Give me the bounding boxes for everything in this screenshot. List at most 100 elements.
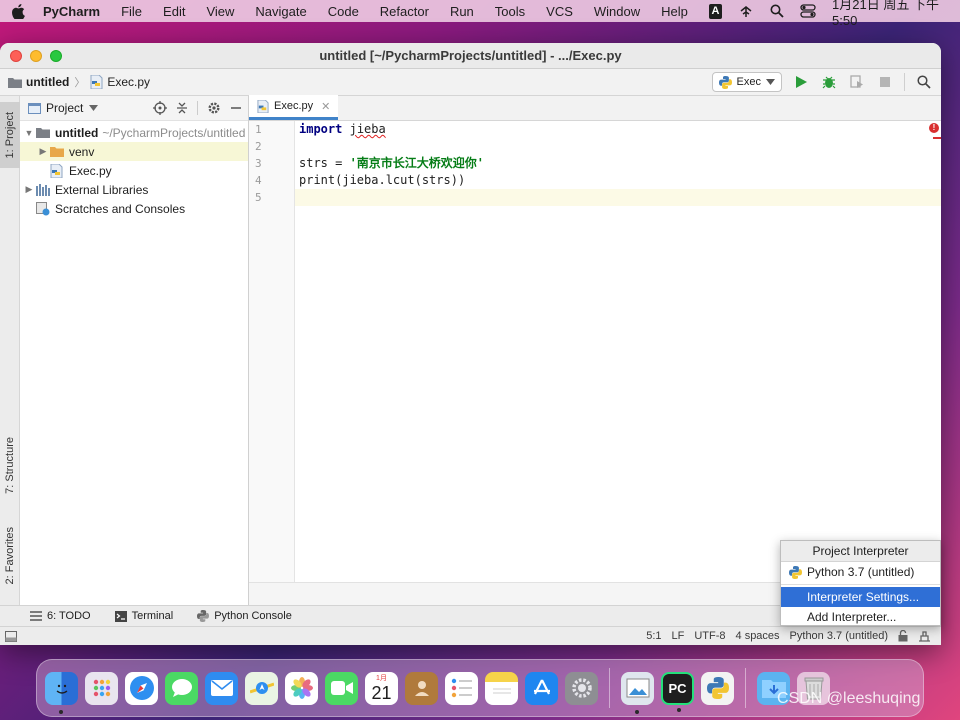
menu-refactor[interactable]: Refactor [380,4,429,19]
dock-messages[interactable] [165,671,198,705]
interpreter-option-current[interactable]: Python 3.7 (untitled) [781,562,940,582]
terminal-tool-button[interactable]: Terminal [114,610,173,622]
dock-python-launcher[interactable] [701,671,734,705]
code-line[interactable]: print(jieba.lcut(strs)) [295,172,941,189]
tree-scratches-label: Scratches and Consoles [55,201,186,216]
code-area[interactable]: 1 2 3 4 5 import jieba strs = '南京市长江大桥欢迎… [249,121,941,605]
project-view-selector[interactable]: Project [46,101,83,115]
tree-item-exec-file[interactable]: Exec.py [20,161,248,180]
line-number: 2 [255,140,262,153]
control-center-icon[interactable] [800,4,816,18]
run-button[interactable] [792,73,810,91]
expanded-arrow-icon[interactable]: ▼ [22,128,36,138]
breadcrumb-file[interactable]: Exec.py [90,75,150,89]
inspector-icon[interactable] [918,630,931,642]
code-line[interactable] [295,138,941,155]
dock-notes[interactable] [485,671,518,705]
collapse-all-icon[interactable] [176,101,188,115]
interpreter-widget[interactable]: Python 3.7 (untitled) [790,630,888,642]
dock-photos[interactable] [285,671,318,705]
dock-reminders[interactable] [445,671,478,705]
tree-item-scratches[interactable]: Scratches and Consoles [20,199,248,218]
menu-navigate[interactable]: Navigate [255,4,306,19]
indent-setting[interactable]: 4 spaces [736,630,780,642]
dock-calendar[interactable]: 1月 21 [365,671,398,705]
dock-contacts[interactable] [405,671,438,705]
code-line[interactable]: import jieba [295,121,941,138]
favorites-tool-tab[interactable]: 2: Favorites [0,516,20,596]
close-tab-icon[interactable]: ✕ [321,100,330,113]
tree-item-external-libraries[interactable]: ▶ External Libraries [20,180,248,199]
window-zoom-button[interactable] [50,49,62,62]
dock-finder[interactable] [45,671,78,714]
window-minimize-button[interactable] [30,49,42,62]
code-line-current[interactable] [295,189,941,206]
maps-icon [249,682,274,694]
locate-target-icon[interactable] [153,101,167,115]
search-everywhere-button[interactable] [915,73,933,91]
breadcrumb-file-label: Exec.py [107,75,151,89]
dock-preview[interactable] [621,671,654,714]
run-with-coverage-button[interactable] [848,73,866,91]
window-titlebar[interactable]: untitled [~/PycharmProjects/untitled] - … [0,43,941,69]
dock-safari[interactable] [125,671,158,705]
menu-code[interactable]: Code [328,4,359,19]
add-interpreter-item[interactable]: Add Interpreter... [781,607,940,627]
code-line[interactable]: strs = '南京市长江大桥欢迎你' [295,155,941,172]
unresolved-module-jieba: jieba [349,122,386,136]
python-console-tool-button[interactable]: Python Console [197,610,292,622]
hide-panel-icon[interactable] [230,102,242,114]
dock-app-store[interactable] [525,671,558,705]
menu-edit[interactable]: Edit [163,4,185,19]
preview-photo-icon [626,678,649,698]
reminders-list-icon [451,678,472,698]
chevron-down-icon[interactable] [89,105,99,111]
line-number: 3 [255,157,262,170]
run-configuration-select[interactable]: Exec [711,72,782,92]
interpreter-settings-item[interactable]: Interpreter Settings... [781,587,940,607]
line-separator[interactable]: LF [672,630,685,642]
gear-icon[interactable] [207,101,221,115]
menu-view[interactable]: View [206,4,234,19]
python-icon [718,75,732,89]
caret-position[interactable]: 5:1 [646,630,661,642]
python-file-icon [50,163,66,178]
lock-icon[interactable] [898,630,908,642]
dock-launchpad[interactable] [85,671,118,705]
project-tool-tab[interactable]: 1: Project [0,102,20,168]
apple-icon[interactable] [12,3,25,19]
menu-run[interactable]: Run [450,4,474,19]
structure-tool-tab[interactable]: 7: Structure [0,426,20,504]
menu-window[interactable]: Window [594,4,640,19]
menu-help[interactable]: Help [661,4,688,19]
search-icon[interactable] [770,4,784,18]
menubar-clock[interactable]: 1月21日 周五 下午5:50 [832,0,948,28]
menu-tools[interactable]: Tools [495,4,525,19]
window-close-button[interactable] [10,49,22,62]
dock-facetime[interactable] [325,671,358,705]
file-encoding[interactable]: UTF-8 [694,630,725,642]
menu-vcs[interactable]: VCS [546,4,573,19]
dock-maps[interactable] [245,671,278,705]
todo-tool-button[interactable]: 6: TODO [30,610,91,622]
stop-button[interactable] [876,73,894,91]
debug-button[interactable] [820,73,838,91]
error-stripe-marker[interactable] [933,137,941,139]
menu-file[interactable]: File [121,4,142,19]
menu-app-name[interactable]: PyCharm [43,4,100,19]
collapsed-arrow-icon[interactable]: ▶ [36,146,50,157]
tool-windows-toggle-icon[interactable] [5,630,17,642]
tree-item-project-root[interactable]: ▼ untitled ~/PycharmProjects/untitled [20,123,248,142]
code-text[interactable]: import jieba strs = '南京市长江大桥欢迎你' print(j… [295,121,941,582]
error-indicator-icon[interactable]: ! [929,123,939,133]
tree-item-venv[interactable]: ▶ venv [20,142,248,161]
input-source-indicator[interactable]: A [708,3,723,19]
line-number: 5 [255,191,262,204]
collapsed-arrow-icon[interactable]: ▶ [22,184,36,195]
dock-pycharm[interactable]: PC [661,671,694,712]
dock-mail[interactable] [205,671,238,705]
wifi-icon[interactable] [738,5,754,18]
editor-tab-exec[interactable]: Exec.py ✕ [249,95,339,120]
dock-system-preferences[interactable] [565,671,598,705]
breadcrumb-project[interactable]: untitled [8,75,69,89]
